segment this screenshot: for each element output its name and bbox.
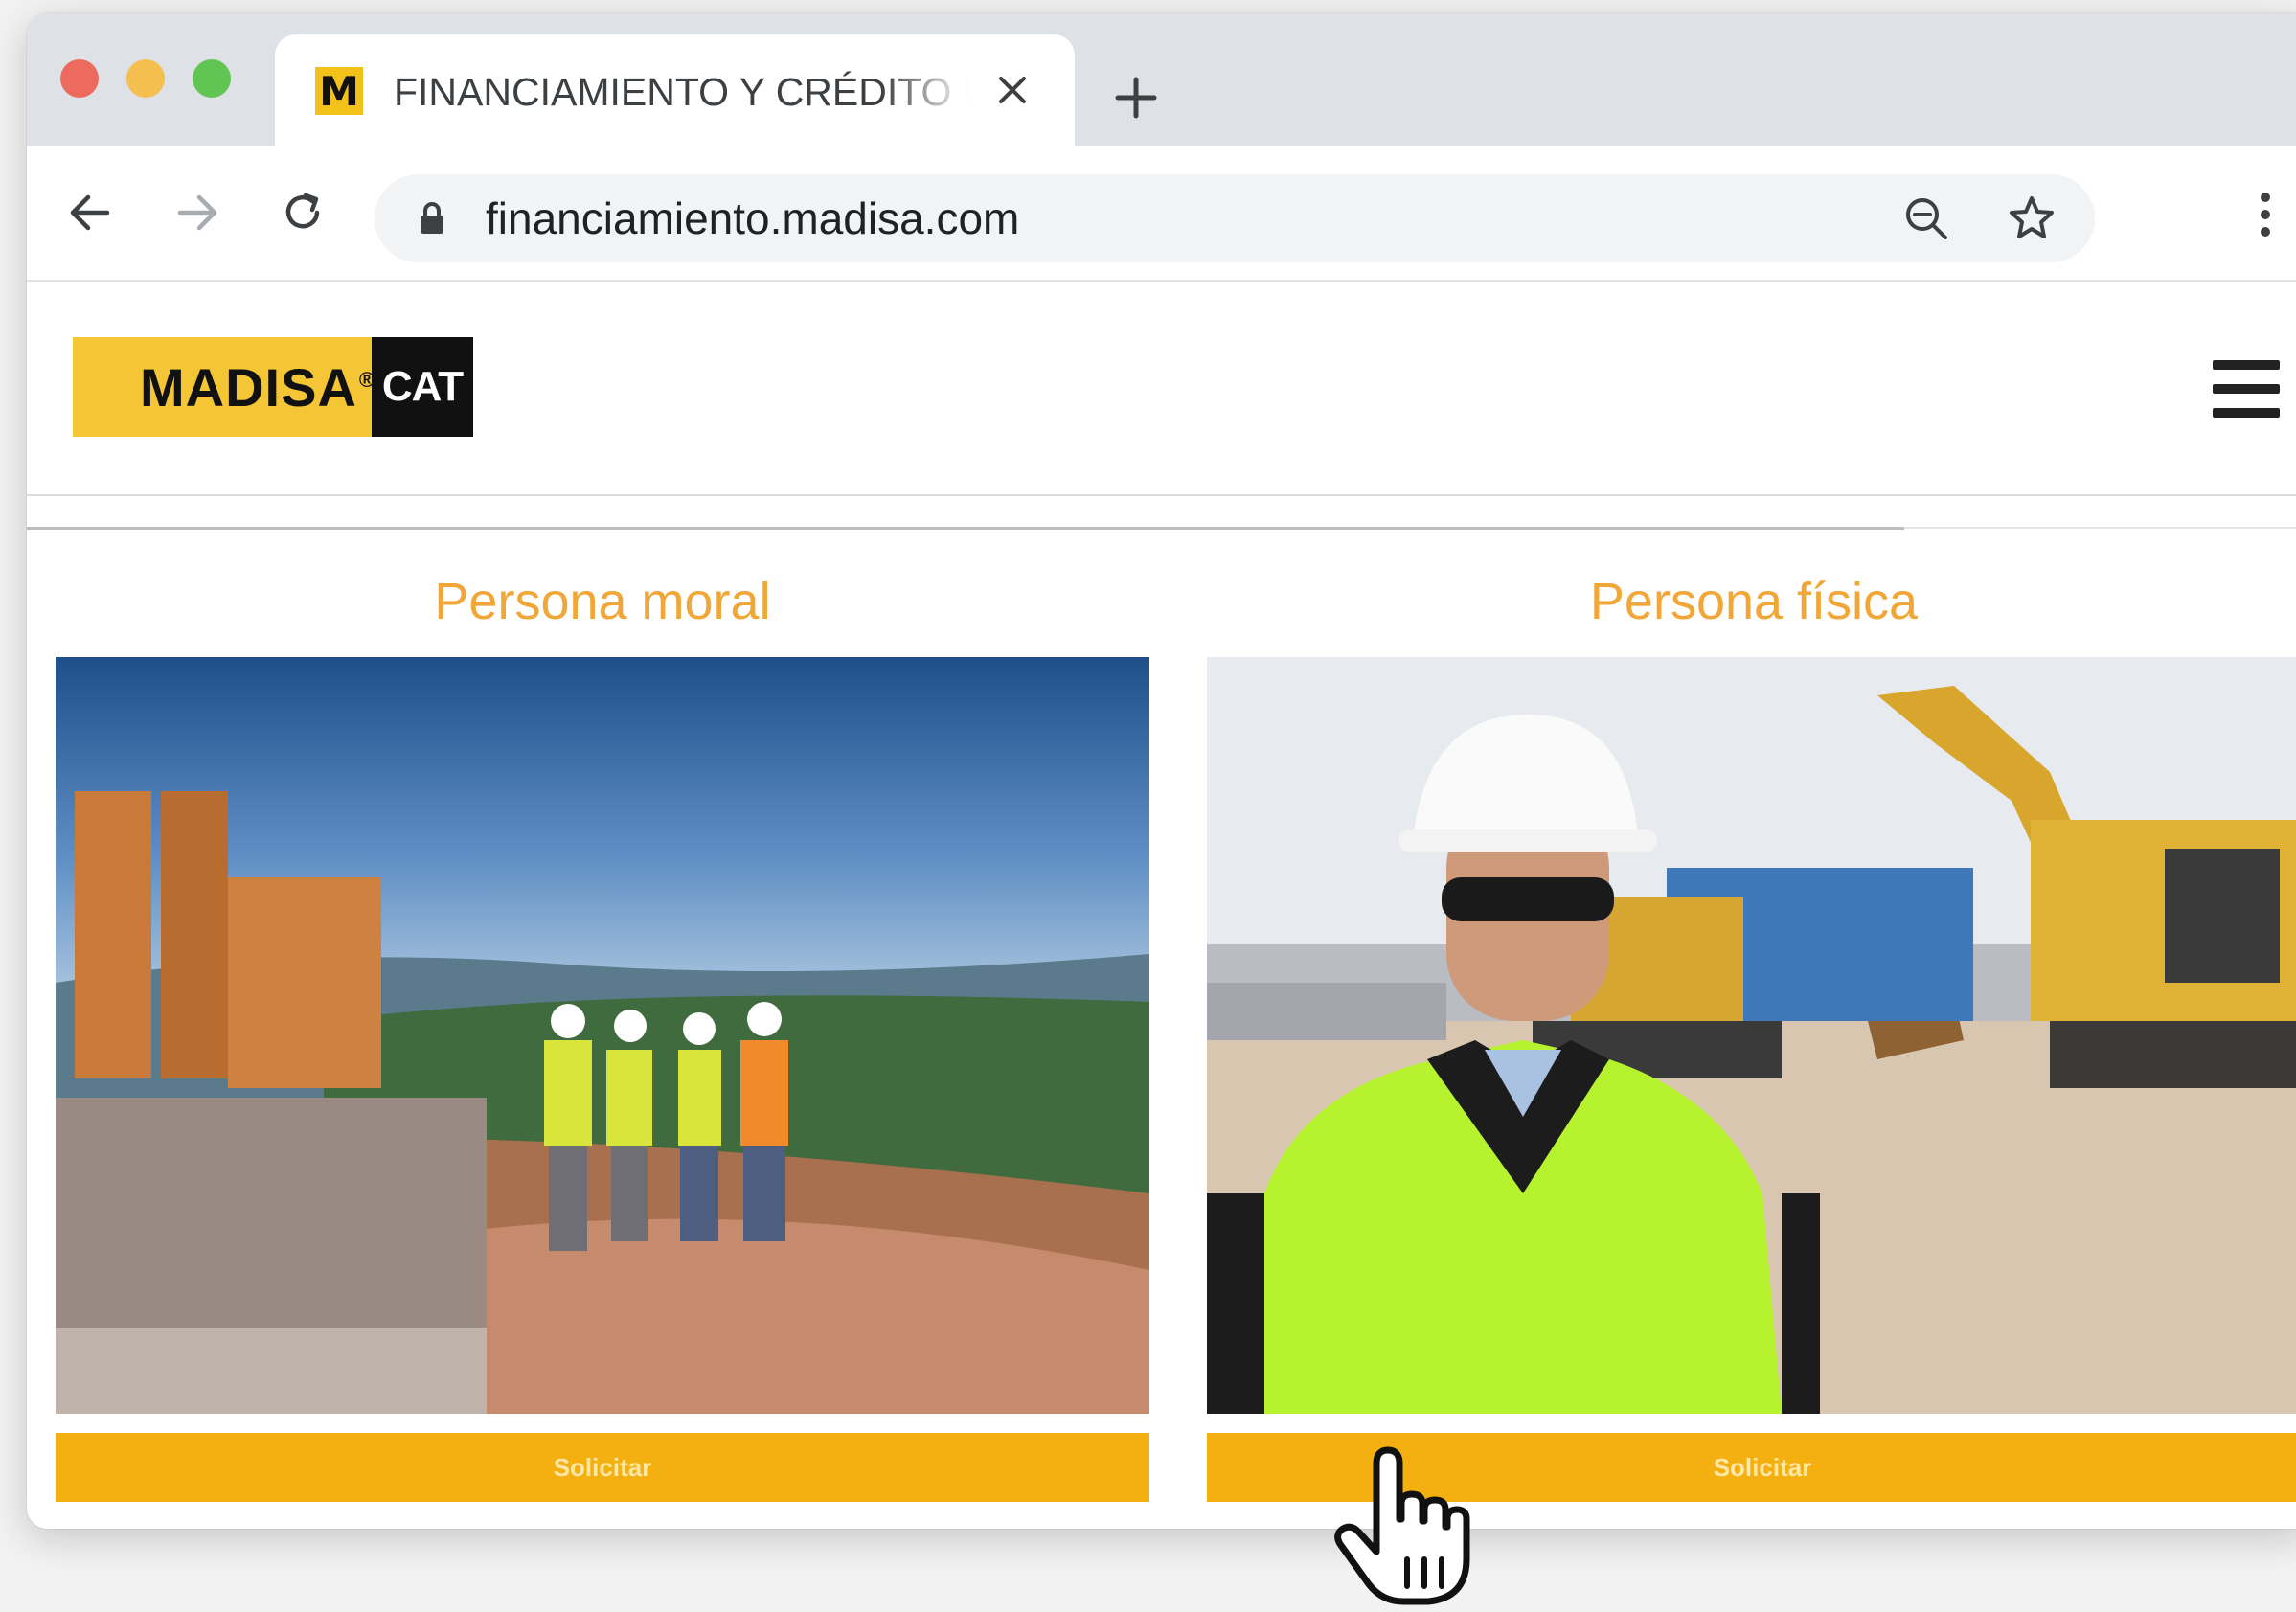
favicon: M: [315, 67, 363, 115]
minimize-window-button[interactable]: [126, 59, 165, 98]
url-text: financiamiento.madisa.com: [486, 193, 1020, 243]
site-header: MADISA® CAT: [27, 282, 2296, 496]
browser-tab[interactable]: M FINANCIAMIENTO Y CRÉDITO I: [275, 34, 1075, 146]
lock-icon: [415, 201, 449, 236]
web-page: MADISA® CAT Persona moral Solicitar Pers…: [27, 282, 2296, 1529]
plus-icon[interactable]: [1109, 71, 1163, 125]
persona-fisica-photo: [1207, 657, 2296, 1414]
forward-icon[interactable]: [169, 184, 226, 241]
maximize-window-button[interactable]: [193, 59, 231, 98]
madisa-cat-logo[interactable]: MADISA® CAT: [73, 337, 473, 437]
close-icon[interactable]: [986, 63, 1039, 117]
back-icon[interactable]: [61, 184, 119, 241]
persona-moral-photo: [56, 657, 1149, 1414]
reload-icon[interactable]: [274, 184, 331, 241]
solicitar-button-persona-moral[interactable]: Solicitar: [56, 1433, 1149, 1502]
section-divider: [27, 527, 1904, 530]
tab-title: FINANCIAMIENTO Y CRÉDITO I: [394, 70, 968, 114]
logo-brand: MADISA®: [140, 356, 376, 418]
section-divider-light: [1904, 527, 2296, 529]
menu-icon[interactable]: [2251, 188, 2280, 241]
hand-pointer-cursor-icon: [1327, 1444, 1489, 1607]
address-bar[interactable]: financiamiento.madisa.com: [375, 174, 2095, 262]
cat-logo: CAT: [372, 337, 473, 437]
card-title-persona-moral: Persona moral: [434, 573, 771, 630]
card-title-persona-fisica: Persona física: [1589, 573, 1919, 630]
close-window-button[interactable]: [60, 59, 99, 98]
zoom-out-icon[interactable]: [1899, 192, 1953, 245]
browser-toolbar: financiamiento.madisa.com: [27, 146, 2296, 282]
tab-strip: M FINANCIAMIENTO Y CRÉDITO I: [27, 13, 2296, 146]
browser-window: M FINANCIAMIENTO Y CRÉDITO I financiamie…: [27, 13, 2296, 1529]
star-icon[interactable]: [2005, 192, 2058, 245]
hamburger-menu-icon[interactable]: [2213, 360, 2282, 418]
